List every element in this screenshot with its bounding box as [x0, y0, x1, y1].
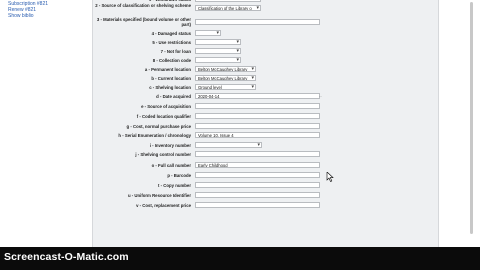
field-label: 8 - Collection code: [152, 57, 191, 63]
field-label: b - Current location: [151, 75, 191, 81]
select-field[interactable]: Classification of the Library o: [195, 5, 261, 11]
field-label: 3 - Materials specified (bound volume or…: [96, 17, 191, 27]
scrollbar-thumb[interactable]: [470, 2, 473, 234]
form-row: 3 - Materials specified (bound volume or…: [93, 17, 438, 29]
text-field[interactable]: [195, 172, 320, 178]
select-field[interactable]: [195, 30, 221, 36]
field-label: 4 - Damaged status: [151, 30, 191, 36]
select-field[interactable]: [195, 39, 241, 45]
field-label: v - Cost, replacement price: [136, 202, 191, 208]
text-field[interactable]: [195, 113, 320, 119]
field-label: u - Uniform Resource Identifier: [127, 192, 191, 198]
form-row: e - Source of acquisition: [93, 103, 438, 109]
field-label: i - Inventory number: [149, 142, 191, 148]
text-field[interactable]: [195, 103, 320, 109]
form-row: v - Cost, replacement price: [93, 202, 438, 208]
form-row: j - Shelving control number: [93, 151, 438, 157]
form-row: b - Current location Belton McCaughey Lib…: [93, 75, 438, 81]
field-label: p - Barcode: [167, 172, 191, 178]
form-row: t - Copy number: [93, 182, 438, 188]
field-label: g - Cost, normal purchase price: [126, 123, 191, 129]
field-label: t - Copy number: [158, 182, 191, 188]
text-field[interactable]: Volume 10, Issue 4: [195, 132, 320, 138]
form-row: 9 - Withdrawn status: [93, 0, 438, 2]
text-field[interactable]: [195, 151, 320, 157]
select-field[interactable]: Belton McCaughey Library: [195, 66, 256, 72]
browser-viewport: Subscription #821 Renew #821 Show biblio…: [0, 0, 480, 247]
field-label: j - Shelving control number: [135, 151, 191, 157]
form-row: p - Barcode: [93, 172, 438, 178]
item-edit-form: 9 - Withdrawn status2 - Source of classi…: [92, 0, 439, 247]
form-row: u - Uniform Resource Identifier: [93, 192, 438, 198]
text-field[interactable]: [195, 192, 320, 198]
field-label: f - Coded location qualifier: [136, 113, 191, 119]
field-label: d - Date acquired: [156, 93, 191, 99]
text-field[interactable]: 2020-04-14: [195, 93, 320, 99]
field-label: c - Shelving location: [149, 84, 191, 90]
form-row: 5 - Use restrictions: [93, 39, 438, 45]
text-field[interactable]: Early Childhood: [195, 162, 320, 168]
form-row: 8 - Collection code: [93, 57, 438, 63]
select-field[interactable]: Ground level: [195, 84, 256, 90]
sidebar: Subscription #821 Renew #821 Show biblio: [0, 0, 78, 247]
sidebar-link-show-biblio[interactable]: Show biblio: [8, 13, 34, 19]
watermark: Screencast-O-Matic.com: [4, 251, 129, 263]
field-label: e - Source of acquisition: [141, 103, 191, 109]
field-label: 2 - Source of classification or shelving…: [95, 3, 191, 8]
date-picker-trigger[interactable]: ...: [319, 93, 322, 98]
select-field[interactable]: [195, 142, 262, 148]
form-row: c - Shelving location Ground level: [93, 84, 438, 90]
field-label: 7 - Not for loan: [160, 48, 191, 54]
form-row: i - Inventory number: [93, 142, 438, 148]
form-row: o - Full call number Early Childhood: [93, 162, 438, 168]
text-field[interactable]: [195, 19, 320, 25]
form-row: 7 - Not for loan: [93, 48, 438, 54]
text-field[interactable]: [195, 202, 320, 208]
field-label: 5 - Use restrictions: [152, 39, 191, 45]
form-row: g - Cost, normal purchase price: [93, 123, 438, 129]
text-field[interactable]: [195, 182, 320, 188]
text-field[interactable]: [195, 123, 320, 129]
form-row: 2 - Source of classification or shelving…: [93, 3, 438, 15]
select-field[interactable]: [195, 48, 241, 54]
select-field[interactable]: [195, 57, 241, 63]
form-row: a - Permanent location Belton McCaughey L…: [93, 66, 438, 72]
form-row: 4 - Damaged status: [93, 30, 438, 36]
field-label: h - Serial Enumeration / chronology: [118, 132, 191, 138]
field-label: 9 - Withdrawn status: [93, 0, 191, 2]
form-row: h - Serial Enumeration / chronology Volum…: [93, 132, 438, 138]
field-label: o - Full call number: [151, 162, 191, 168]
select-field[interactable]: [195, 0, 261, 2]
select-field[interactable]: Belton McCaughey Library: [195, 75, 256, 81]
form-row: d - Date acquired 2020-04-14...: [93, 93, 438, 99]
mouse-cursor-icon: [326, 172, 334, 182]
field-label: a - Permanent location: [144, 66, 191, 72]
form-row: f - Coded location qualifier: [93, 113, 438, 119]
